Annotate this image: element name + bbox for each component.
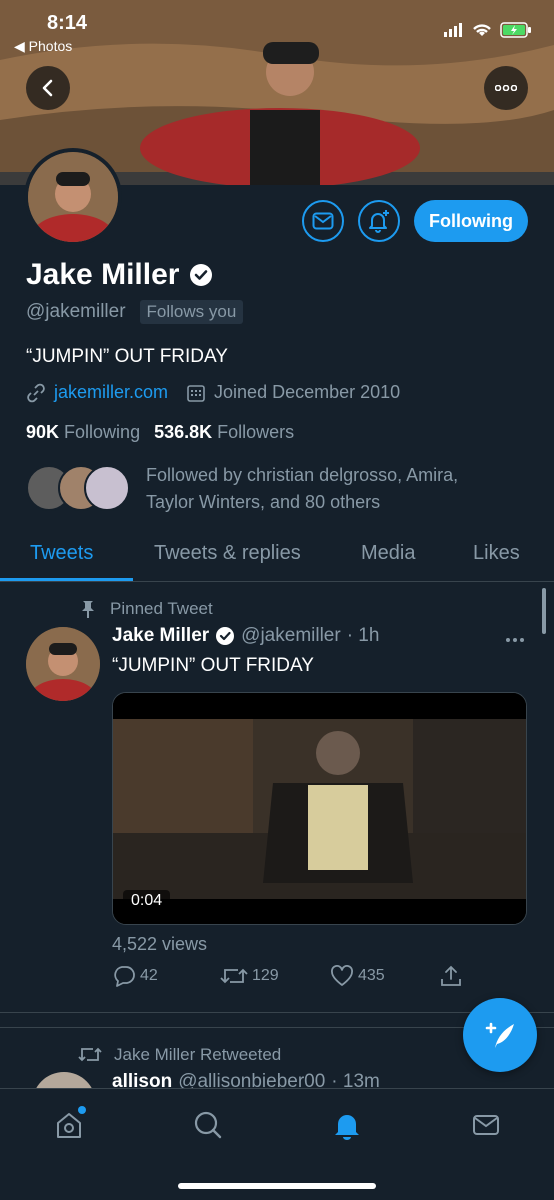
tweet-video[interactable]: 0:04 <box>112 692 527 925</box>
followed-by-text: Followed by christian delgrosso, Amira, … <box>146 465 459 512</box>
tweet-text: “JUMPIN” OUT FRIDAY <box>112 655 314 676</box>
home-icon <box>57 1113 81 1138</box>
following-label: Following <box>64 422 141 442</box>
profile-meta: jakemiller.com Joined December 2010 <box>26 382 400 403</box>
followers-count: 536.8K <box>154 422 213 442</box>
back-to-photos[interactable]: ◀ Photos <box>14 38 72 55</box>
profile-avatar[interactable] <box>24 148 122 246</box>
avatar-image <box>28 152 118 242</box>
heart-icon <box>331 965 353 986</box>
more-icon <box>506 638 524 642</box>
following-count: 90K <box>26 422 60 442</box>
status-time: 8:14 <box>47 12 88 34</box>
nav-messages[interactable] <box>466 1105 506 1145</box>
bottom-nav <box>0 1088 554 1200</box>
link-icon <box>27 383 45 402</box>
tweet-author-name[interactable]: Jake Miller <box>112 625 209 647</box>
wifi-icon <box>473 24 491 36</box>
share-icon <box>441 965 461 986</box>
reply-button[interactable]: 42 <box>112 965 158 987</box>
video-duration: 0:04 <box>123 890 171 912</box>
scrollbar[interactable] <box>542 588 546 634</box>
back-button[interactable] <box>26 66 70 110</box>
new-content-dot <box>78 1106 86 1114</box>
envelope-icon <box>312 212 334 230</box>
avatar-image <box>26 627 100 701</box>
tweet-time: · 1h <box>346 625 380 646</box>
profile-actions: Following <box>302 200 528 242</box>
verified-badge-icon <box>216 627 235 645</box>
more-options-button[interactable] <box>484 66 528 110</box>
tab-tweets[interactable]: Tweets <box>30 542 93 565</box>
like-count: 435 <box>358 967 385 984</box>
retweet-icon <box>220 968 248 984</box>
profile-name: Jake Miller <box>26 258 180 291</box>
bell-plus-icon <box>369 210 390 233</box>
retweet-count: 129 <box>252 967 279 984</box>
share-button[interactable] <box>440 965 462 987</box>
notifications-toggle-button[interactable] <box>358 200 401 242</box>
pinned-label: Pinned Tweet <box>110 599 213 618</box>
verified-badge-icon <box>190 264 213 286</box>
battery-icon <box>500 22 531 38</box>
compose-tweet-button[interactable] <box>463 998 537 1072</box>
tweet-header: Jake Miller @jakemiller · 1h <box>112 625 379 647</box>
tweet-more-button[interactable] <box>506 626 524 649</box>
followers-count-link[interactable]: 536.8K Followers <box>154 422 294 443</box>
retweet-button[interactable]: 129 <box>220 966 279 986</box>
retweet-icon <box>78 1047 102 1062</box>
retweeted-label: Jake Miller Retweeted <box>114 1045 282 1064</box>
retweet-indicator: Jake Miller Retweeted <box>78 1045 281 1065</box>
profile-tabs: Tweets Tweets & replies Media Likes <box>0 530 554 582</box>
nav-search[interactable] <box>188 1105 228 1145</box>
messages-icon <box>473 1115 499 1135</box>
following-count-link[interactable]: 90K Following <box>26 422 140 443</box>
notifications-icon <box>335 1115 359 1140</box>
signal-icon <box>444 23 462 37</box>
follow-counts: 90K Following 536.8K Followers <box>26 422 294 443</box>
more-icon <box>495 85 517 91</box>
tab-likes[interactable]: Likes <box>473 542 520 565</box>
reply-icon <box>114 966 135 987</box>
nav-notifications[interactable] <box>327 1105 367 1145</box>
profile-handle: @jakemiller <box>26 301 126 322</box>
joined-date: Joined December 2010 <box>214 382 401 402</box>
tweet-author-handle: @jakemiller <box>241 625 341 646</box>
profile-name-row: Jake Miller <box>26 258 213 292</box>
message-button[interactable] <box>302 200 345 242</box>
like-button[interactable]: 435 <box>330 965 385 987</box>
tab-tweets-replies[interactable]: Tweets & replies <box>154 542 301 565</box>
tab-media[interactable]: Media <box>361 542 415 565</box>
calendar-icon <box>187 384 205 402</box>
tweet-author-avatar[interactable] <box>26 627 100 701</box>
chevron-left-icon <box>42 79 53 97</box>
follows-you-badge: Follows you <box>139 300 244 324</box>
following-button[interactable]: Following <box>414 200 528 242</box>
profile-bio: “JUMPIN” OUT FRIDAY <box>26 346 228 367</box>
active-tab-indicator <box>0 578 133 581</box>
view-count: 4,522 views <box>112 934 208 954</box>
pinned-indicator: Pinned Tweet <box>80 599 213 619</box>
followed-by-row[interactable]: Followed by christian delgrosso, Amira, … <box>26 462 496 516</box>
handle-row: @jakemiller Follows you <box>26 300 244 324</box>
avatar <box>84 465 130 511</box>
website-link[interactable]: jakemiller.com <box>54 382 168 403</box>
compose-tweet-icon <box>485 1022 514 1048</box>
nav-home[interactable] <box>49 1105 89 1145</box>
status-icons <box>444 22 532 38</box>
home-indicator[interactable] <box>178 1183 376 1189</box>
video-thumbnail <box>113 693 526 924</box>
search-icon <box>194 1111 222 1139</box>
pin-icon <box>82 601 94 618</box>
followed-by-avatars <box>26 465 130 513</box>
reply-count: 42 <box>140 967 158 984</box>
followers-label: Followers <box>217 422 295 442</box>
